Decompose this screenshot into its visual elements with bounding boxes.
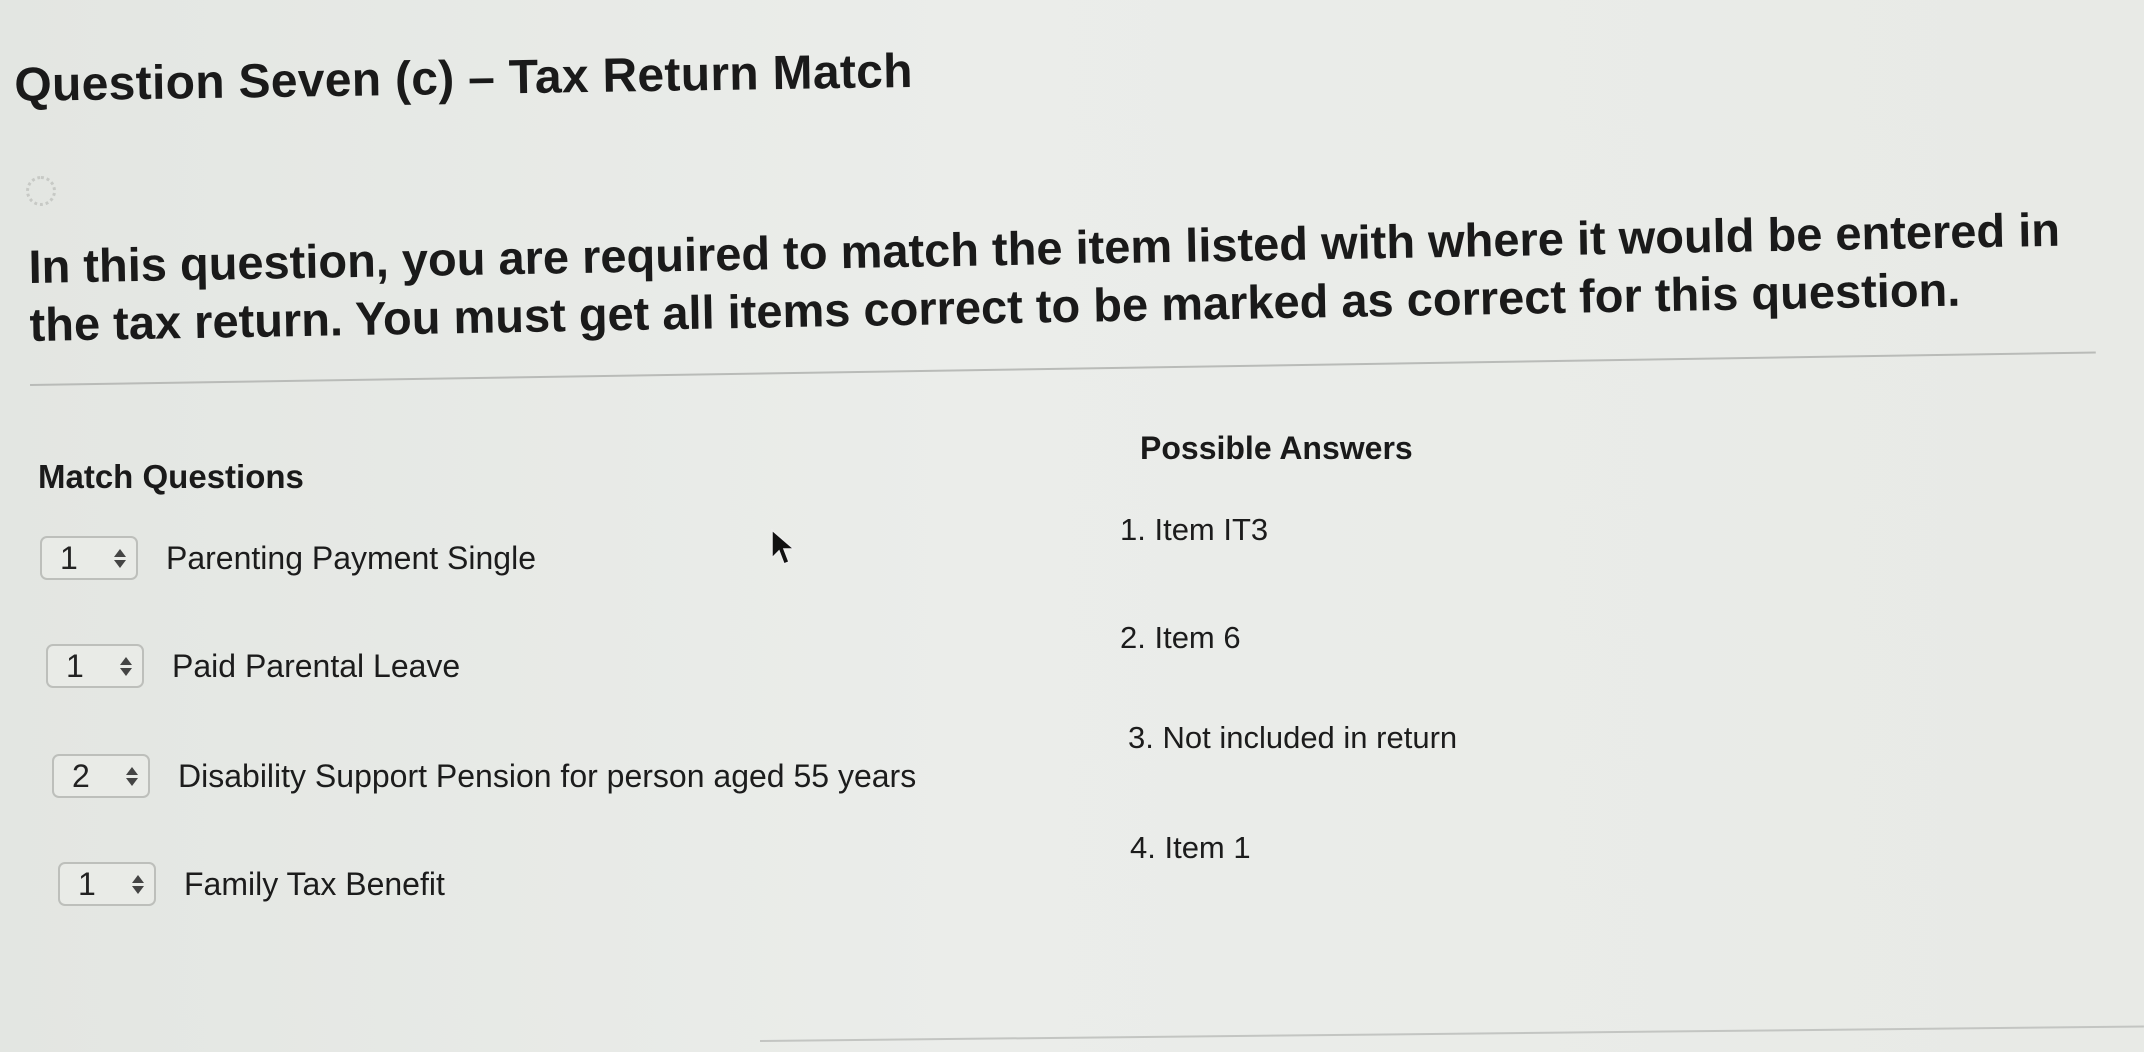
up-down-chevron-icon (114, 548, 126, 568)
possible-answers-heading: Possible Answers (1140, 430, 1413, 466)
match-item-label: Parenting Payment Single (166, 539, 536, 576)
match-select[interactable]: 2 (52, 754, 150, 798)
match-item-label: Paid Parental Leave (172, 647, 461, 684)
question-title: Question Seven (c) – Tax Return Match (14, 44, 914, 112)
survey-page: Question Seven (c) – Tax Return Match In… (0, 0, 2144, 1052)
divider (760, 1025, 2144, 1042)
divider (30, 351, 2096, 386)
select-value: 1 (60, 539, 78, 576)
match-row: 1 Paid Parental Leave (46, 644, 460, 688)
mouse-pointer-icon (771, 528, 797, 565)
match-select[interactable]: 1 (40, 536, 138, 580)
match-questions-heading: Match Questions (38, 458, 304, 495)
match-row: 2 Disability Support Pension for person … (52, 754, 916, 798)
match-select[interactable]: 1 (46, 644, 144, 688)
match-row: 1 Parenting Payment Single (40, 536, 536, 580)
answer-item: 2. Item 6 (1120, 620, 1241, 655)
match-select[interactable]: 1 (58, 862, 156, 906)
match-item-label: Family Tax Benefit (184, 865, 445, 902)
up-down-chevron-icon (120, 656, 132, 676)
match-row: 1 Family Tax Benefit (58, 862, 445, 906)
up-down-chevron-icon (126, 766, 138, 786)
spinner-icon (26, 176, 56, 206)
up-down-chevron-icon (132, 874, 144, 894)
select-value: 1 (66, 647, 84, 684)
answer-item: 1. Item IT3 (1120, 512, 1269, 547)
answer-item: 3. Not included in return (1128, 720, 1458, 755)
answer-item: 4. Item 1 (1130, 830, 1251, 865)
select-value: 2 (72, 757, 90, 794)
select-value: 1 (78, 865, 96, 902)
match-item-label: Disability Support Pension for person ag… (178, 757, 917, 794)
question-instructions: In this question, you are required to ma… (28, 202, 2061, 351)
